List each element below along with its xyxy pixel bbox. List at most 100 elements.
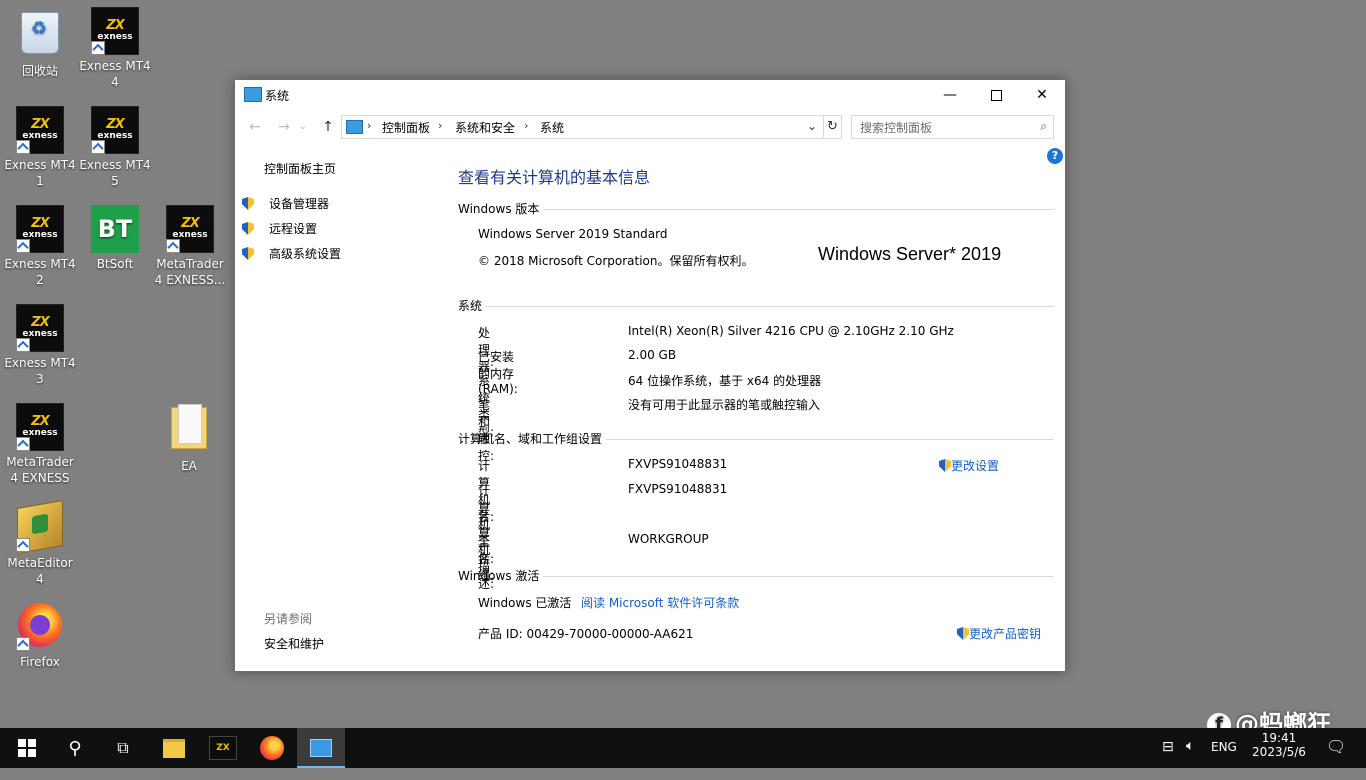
system-section: 系统 xyxy=(458,297,1054,314)
desktop-icon-recycle-bin[interactable]: 回收站 xyxy=(3,8,77,79)
shortcut-arrow-icon xyxy=(91,41,105,55)
shortcut-arrow-icon xyxy=(16,437,30,451)
desktop-icon-exness-mt4-3[interactable]: ZX exness Exness MT4 3 xyxy=(3,304,77,387)
exness-taskbar-button[interactable]: ZX xyxy=(199,728,247,768)
firefox-icon xyxy=(260,736,284,760)
title-bar[interactable]: 系统 — ✕ xyxy=(235,80,1065,110)
exness-icon: ZX exness xyxy=(91,7,139,55)
control-panel-home-link[interactable]: 控制面板主页 xyxy=(264,160,336,177)
uac-shield-icon xyxy=(242,222,254,235)
notifications-icon[interactable]: 🗨︎ xyxy=(1326,737,1346,777)
uac-shield-icon xyxy=(957,627,969,640)
shortcut-arrow-icon xyxy=(16,140,30,154)
system-window-icon xyxy=(244,87,262,102)
taskbar: ⚲ ⧉ ZX ⊟ 🔈︎ ENG 19:41 2023/5/6 🗨︎ xyxy=(0,728,1366,768)
activation-section: Windows 激活 xyxy=(458,567,1054,584)
nav-advanced-system-settings[interactable]: 高级系统设置 xyxy=(242,245,341,262)
desktop-icon-ea-folder[interactable]: EA xyxy=(152,403,226,474)
nav-remote-settings[interactable]: 远程设置 xyxy=(242,220,317,237)
uac-shield-icon xyxy=(939,459,951,472)
metaeditor-icon xyxy=(16,499,64,555)
help-icon[interactable]: ? xyxy=(1047,148,1063,164)
breadcrumb-control-panel[interactable]: 控制面板 xyxy=(382,119,430,136)
left-nav-pane: 控制面板主页 设备管理器 远程设置 高级系统设置 另请参阅 安全和维护 xyxy=(235,140,445,670)
system-window-icon xyxy=(310,739,332,757)
shortcut-arrow-icon xyxy=(16,637,30,651)
shortcut-arrow-icon xyxy=(16,239,30,253)
btsoft-icon: BT xyxy=(91,205,139,253)
license-terms-link[interactable]: 阅读 Microsoft 软件许可条款 xyxy=(581,594,739,611)
search-placeholder: 搜索控制面板 xyxy=(860,121,933,135)
desktop-icon-btsoft[interactable]: BT BtSoft xyxy=(78,205,152,272)
activation-status: Windows 已激活 xyxy=(478,596,572,610)
exness-icon: ZX exness xyxy=(16,205,64,253)
start-button[interactable] xyxy=(3,728,51,768)
breadcrumb-system-security[interactable]: 系统和安全 xyxy=(455,119,515,136)
section-header: 系统 xyxy=(458,299,483,313)
system-window-taskbar-button[interactable] xyxy=(297,728,345,768)
firefox-icon xyxy=(16,603,64,651)
control-panel-icon xyxy=(346,120,363,134)
copyright-text: © 2018 Microsoft Corporation。保留所有权利。 xyxy=(478,254,754,268)
forward-arrow-icon[interactable]: → xyxy=(274,117,294,137)
task-view-button[interactable]: ⧉ xyxy=(99,728,147,768)
volume-icon[interactable]: 🔈︎ xyxy=(1186,738,1194,778)
breadcrumb-system[interactable]: 系统 xyxy=(540,119,564,136)
maximize-button[interactable] xyxy=(973,80,1019,110)
window-title: 系统 xyxy=(265,89,290,103)
shortcut-arrow-icon xyxy=(16,538,30,552)
section-header: 计算机名、域和工作组设置 xyxy=(458,432,603,446)
firefox-taskbar-button[interactable] xyxy=(248,728,296,768)
close-button[interactable]: ✕ xyxy=(1019,80,1065,110)
address-box[interactable]: › 控制面板 › 系统和安全 › 系统 ⌄ xyxy=(341,115,824,139)
up-arrow-icon[interactable]: ↑ xyxy=(318,117,338,137)
desktop-icon-metatrader-4-exness[interactable]: ZX exness MetaTrader 4 EXNESS xyxy=(3,403,77,486)
change-settings-link[interactable]: 更改设置 xyxy=(939,457,999,474)
exness-icon: ZX exness xyxy=(91,106,139,154)
desktop-icon-exness-mt4-4[interactable]: ZX exness Exness MT4 4 xyxy=(78,7,152,90)
refresh-icon[interactable]: ↻ xyxy=(823,115,842,139)
change-product-key-link[interactable]: 更改产品密钥 xyxy=(957,625,1041,642)
product-id: 产品 ID: 00429-70000-00000-AA621 xyxy=(478,627,694,641)
file-explorer-taskbar-button[interactable] xyxy=(150,728,198,768)
search-icon[interactable]: ⌕ xyxy=(1040,119,1047,134)
desktop-icon-firefox[interactable]: Firefox xyxy=(3,601,77,670)
page-title: 查看有关计算机的基本信息 xyxy=(458,168,651,187)
shortcut-arrow-icon xyxy=(166,239,180,253)
shortcut-arrow-icon xyxy=(16,338,30,352)
uac-shield-icon xyxy=(242,247,254,260)
minimize-button[interactable]: — xyxy=(927,80,973,110)
recent-locations-chevron-icon[interactable]: ⌄ xyxy=(293,117,313,137)
address-dropdown-icon[interactable]: ⌄ xyxy=(807,119,817,133)
network-icon[interactable]: ⊟ xyxy=(1162,739,1174,779)
edition-name: Windows Server 2019 Standard xyxy=(478,227,668,241)
windows-logo-icon xyxy=(18,739,36,757)
breadcrumb-separator[interactable]: › xyxy=(524,119,528,132)
close-icon: ✕ xyxy=(1036,87,1048,103)
language-indicator[interactable]: ENG xyxy=(1211,740,1237,780)
maximize-icon xyxy=(990,89,1002,101)
search-taskbar-button[interactable]: ⚲ xyxy=(51,728,99,768)
clock-time: 19:41 xyxy=(1261,731,1297,745)
security-maintenance-link[interactable]: 安全和维护 xyxy=(264,635,324,652)
desktop-icon-metatrader-exness[interactable]: ZX exness MetaTrader 4 EXNESS... xyxy=(153,205,227,288)
folder-icon xyxy=(163,738,185,758)
clock[interactable]: 19:41 2023/5/6 xyxy=(1251,728,1307,768)
breadcrumb-separator[interactable]: › xyxy=(438,119,442,132)
exness-icon: ZX exness xyxy=(166,205,214,253)
section-header: Windows 版本 xyxy=(458,202,540,216)
search-icon: ⚲ xyxy=(68,737,82,759)
minimize-icon: — xyxy=(943,87,957,103)
desktop-icon-exness-mt4-1[interactable]: ZX exness Exness MT4 1 xyxy=(3,106,77,189)
search-input[interactable]: 搜索控制面板 ⌕ xyxy=(851,115,1054,139)
folder-icon xyxy=(165,404,213,455)
windows-server-logo: Windows Server* 2019 xyxy=(818,244,1002,264)
edition-section: Windows 版本 xyxy=(458,200,1054,217)
desktop-icon-exness-mt4-2[interactable]: ZX exness Exness MT4 2 xyxy=(3,205,77,288)
desktop-icon-metaeditor[interactable]: MetaEditor 4 xyxy=(3,499,77,587)
exness-icon: ZX exness xyxy=(16,106,64,154)
desktop-icon-exness-mt4-5[interactable]: ZX exness Exness MT4 5 xyxy=(78,106,152,189)
recycle-bin-icon xyxy=(16,12,64,60)
back-arrow-icon[interactable]: ← xyxy=(245,117,265,137)
nav-device-manager[interactable]: 设备管理器 xyxy=(242,195,329,212)
